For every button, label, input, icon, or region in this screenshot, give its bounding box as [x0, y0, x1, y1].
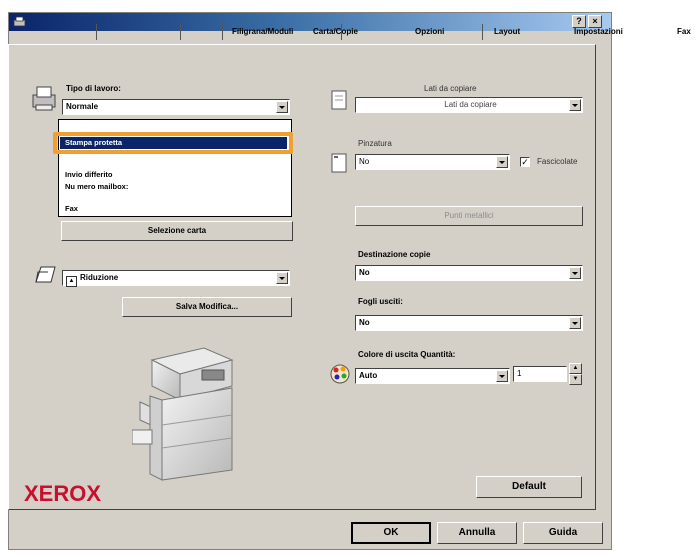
option-deferred-send[interactable]: Invio differito	[65, 170, 113, 179]
stapling-label: Pinzatura	[358, 139, 392, 148]
save-settings-button[interactable]: Salva Modifica...	[122, 297, 292, 317]
spin-down-icon[interactable]: ▼	[569, 374, 582, 385]
tab-fax[interactable]: Fax	[677, 24, 691, 40]
reduction-icon: ▲	[66, 276, 77, 287]
tab-paper-copies[interactable]: Carta/Copie	[313, 24, 358, 40]
stapling-value: No	[359, 157, 370, 166]
job-type-value: Normale	[66, 102, 99, 111]
sides-label: Lati da copiare	[424, 84, 477, 93]
sides-select[interactable]: Lati da copiare	[355, 97, 583, 113]
quantity-value: 1	[517, 369, 522, 378]
sides-value: Lati da copiare	[444, 100, 497, 109]
tab-layout[interactable]: Layout	[494, 24, 520, 40]
quantity-stepper[interactable]: ▲ ▼	[569, 363, 582, 385]
chevron-down-icon[interactable]	[569, 267, 581, 279]
option-secure-print[interactable]: Stampa protetta	[60, 137, 287, 149]
reduction-select[interactable]: ▲ Riduzione	[62, 270, 290, 287]
quantity-input[interactable]: 1	[513, 366, 567, 382]
title-bar: ? ×	[9, 13, 611, 31]
reduction-folder-icon	[35, 266, 56, 283]
stapling-select[interactable]: No	[355, 154, 510, 170]
paper-select-button[interactable]: Selezione carta	[61, 221, 293, 241]
spin-up-icon[interactable]: ▲	[569, 363, 582, 374]
tab-options[interactable]: Opzioni	[415, 24, 444, 40]
chevron-down-icon[interactable]	[276, 272, 288, 284]
option-mailbox-number[interactable]: Nu mero mailbox:	[65, 182, 128, 191]
cancel-button[interactable]: Annulla	[437, 522, 517, 544]
destination-select[interactable]: No	[355, 265, 583, 281]
destination-value: No	[359, 268, 370, 277]
output-sheets-label: Fogli usciti:	[358, 297, 403, 306]
stapling-icon	[331, 153, 347, 173]
color-output-value: Auto	[359, 371, 378, 380]
staple-points-button[interactable]: Punti metallici	[355, 206, 583, 226]
collate-checkbox[interactable]: ✓	[520, 157, 530, 167]
color-palette-icon	[330, 364, 350, 384]
sides-icon	[331, 90, 347, 110]
option-fax[interactable]: Fax	[65, 204, 78, 213]
reduction-value: Riduzione	[80, 273, 119, 282]
chevron-down-icon[interactable]	[276, 101, 288, 113]
chevron-down-icon[interactable]	[496, 156, 508, 168]
tab-settings[interactable]: Impostazioni	[574, 24, 623, 40]
collate-label: Fascicolate	[537, 157, 578, 166]
destination-label: Destinazione copie	[358, 250, 431, 259]
tab-watermark[interactable]: Filigrana/Moduli	[232, 24, 293, 40]
job-type-label: Tipo di lavoro:	[66, 84, 121, 93]
ok-button[interactable]: OK	[351, 522, 431, 544]
color-quantity-label: Colore di uscita Quantità:	[358, 350, 456, 359]
chevron-down-icon[interactable]	[569, 317, 581, 329]
output-sheets-value: No	[359, 318, 370, 327]
default-button[interactable]: Default	[476, 476, 582, 498]
job-type-icon	[32, 86, 56, 111]
output-sheets-select[interactable]: No	[355, 315, 583, 331]
job-type-select[interactable]: Normale	[62, 99, 290, 115]
color-output-select[interactable]: Auto	[355, 368, 510, 384]
chevron-down-icon[interactable]	[569, 99, 581, 111]
help-button[interactable]: Guida	[523, 522, 603, 544]
chevron-down-icon[interactable]	[496, 370, 508, 382]
printer-app-icon	[13, 16, 26, 27]
copier-illustration	[132, 347, 234, 481]
xerox-logo: XEROX	[24, 481, 102, 506]
